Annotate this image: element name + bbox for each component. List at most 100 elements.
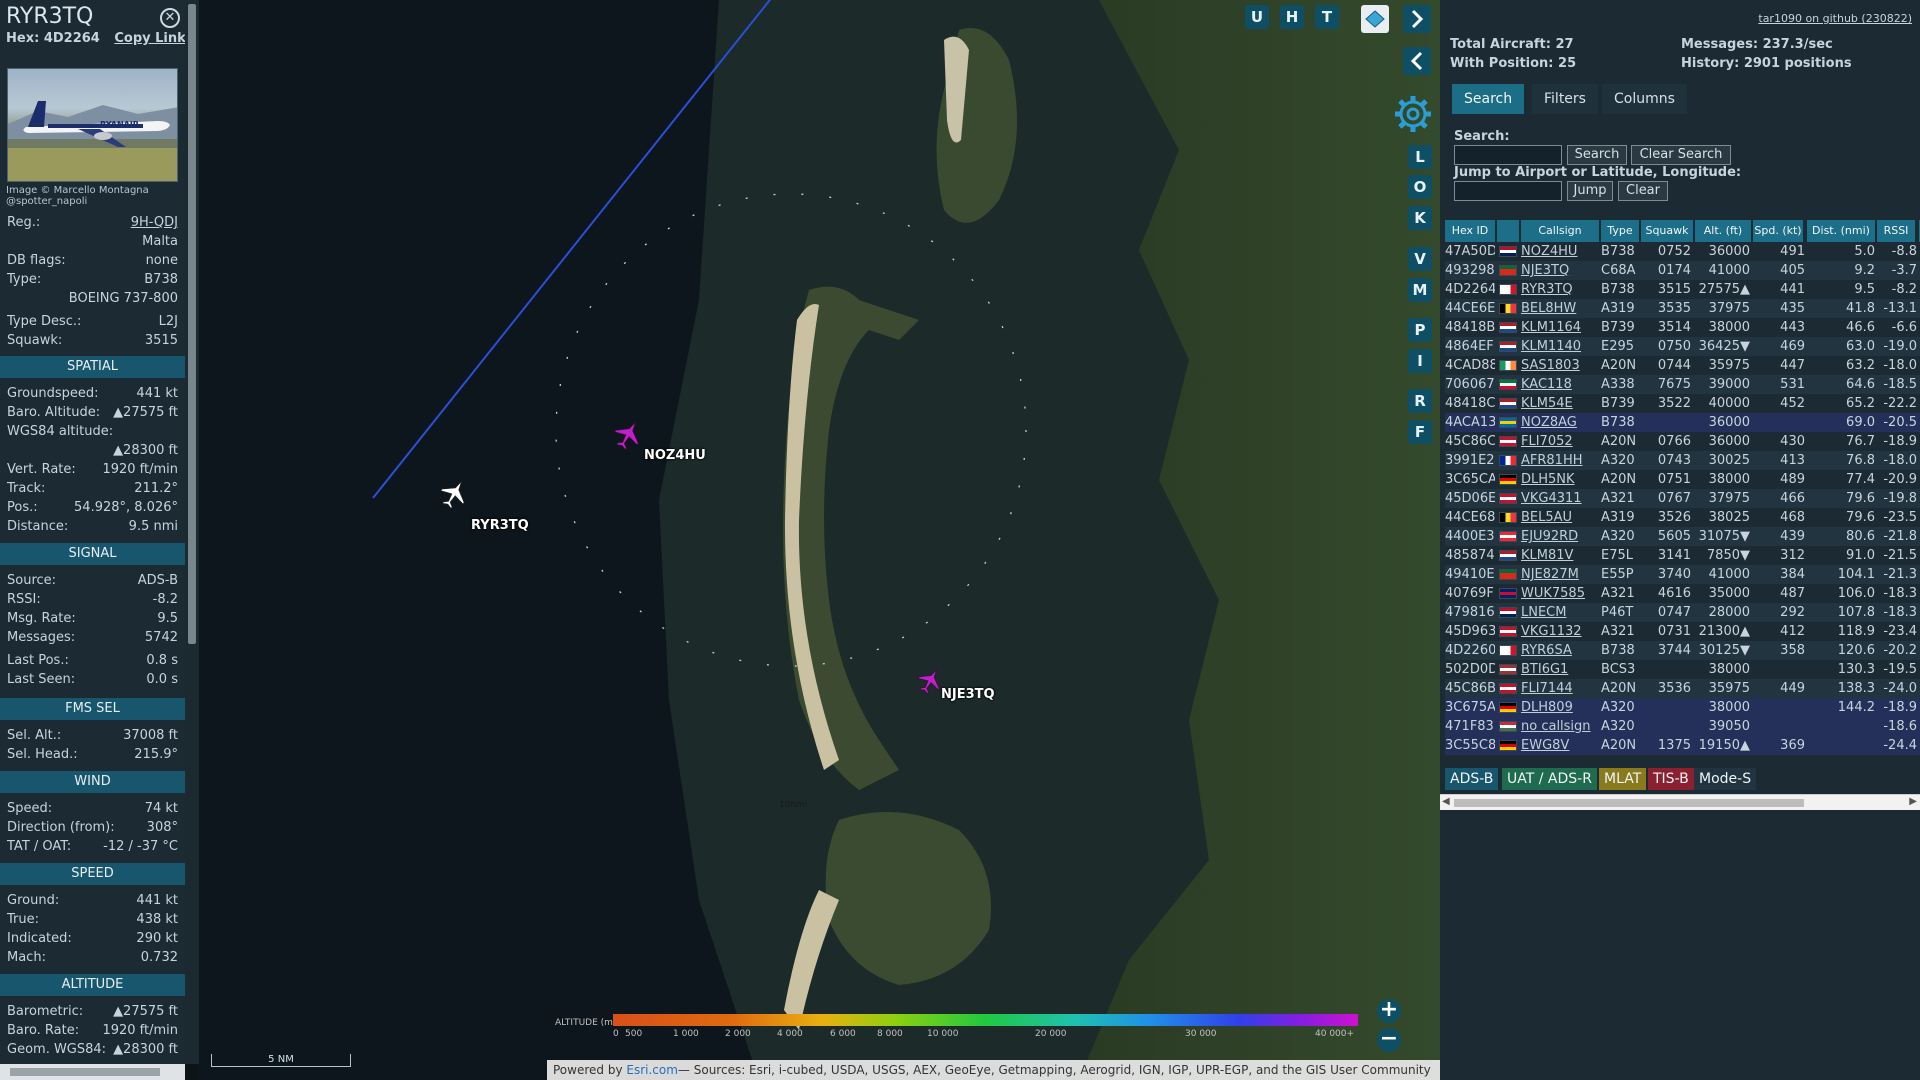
cell-callsign[interactable]: DLH809 xyxy=(1521,698,1601,717)
table-row[interactable]: 4CAD88 SAS1803 A20N 0744 35975 447 63.2 -18.0 xyxy=(1445,356,1920,375)
table-row[interactable]: 45D963 VKG1132 A321 0731 21300▲ 412 118.9 -23.4 xyxy=(1445,622,1920,641)
cell-callsign[interactable]: NOZ8AG xyxy=(1521,413,1601,432)
table-hscroll-thumb[interactable] xyxy=(1454,799,1804,807)
toggle-p-button[interactable]: P xyxy=(1408,318,1432,342)
tab-search[interactable]: Search xyxy=(1452,84,1525,114)
cell-callsign[interactable]: NJE827M xyxy=(1521,565,1601,584)
table-row[interactable]: 45C86C FLI7052 A20N 0766 36000 430 76.7 -18.9 xyxy=(1445,432,1920,451)
column-header-squawk[interactable]: Squawk xyxy=(1641,220,1693,242)
info-panel-scrollbar[interactable] xyxy=(185,0,199,1064)
aircraft-photo[interactable]: RYANAIR xyxy=(7,68,178,182)
cell-callsign[interactable]: SAS1803 xyxy=(1521,356,1601,375)
toggle-t-button[interactable]: T xyxy=(1315,5,1339,29)
clear-button[interactable]: Clear xyxy=(1618,181,1668,201)
jump-button[interactable]: Jump xyxy=(1567,181,1613,201)
aircraft-icon-noz4hu[interactable] xyxy=(611,418,645,452)
close-icon[interactable]: ✕ xyxy=(160,8,180,28)
table-row[interactable]: 4D2264 RYR3TQ B738 3515 27575▲ 441 9.5 -8.2 xyxy=(1445,280,1920,299)
toggle-l-button[interactable]: L xyxy=(1408,145,1432,169)
cell-callsign[interactable]: RYR3TQ xyxy=(1521,280,1601,299)
tab-columns[interactable]: Columns xyxy=(1602,84,1687,114)
aircraft-label-noz4hu[interactable]: NOZ4HU xyxy=(644,448,706,463)
cell-callsign[interactable]: BTI6G1 xyxy=(1521,660,1601,679)
search-input[interactable] xyxy=(1454,145,1562,165)
table-row[interactable]: 47A50D NOZ4HU B738 0752 36000 491 5.0 -8.8 xyxy=(1445,242,1920,261)
table-row[interactable]: 48418B KLM1164 B739 3514 38000 443 46.6 -6.6 xyxy=(1445,318,1920,337)
cell-callsign[interactable]: WUK7585 xyxy=(1521,584,1601,603)
scroll-left-icon[interactable]: ◀ xyxy=(1442,796,1450,807)
table-row[interactable]: 4ACA13 NOZ8AG B738 36000 69.0 -20.5 xyxy=(1445,413,1920,432)
table-row[interactable]: 40769F WUK7585 A321 4616 35000 487 106.0 -18.3 xyxy=(1445,584,1920,603)
tab-filters[interactable]: Filters xyxy=(1532,84,1598,114)
section-spatial[interactable]: SPATIAL xyxy=(0,356,185,378)
layers-button[interactable] xyxy=(1361,5,1389,33)
table-row[interactable]: 44CE6E BEL8HW A319 3535 37975 435 41.8 -13.1 xyxy=(1445,299,1920,318)
aircraft-label-ryr3tq[interactable]: RYR3TQ xyxy=(471,518,529,533)
info-hscroll-thumb[interactable] xyxy=(10,1068,160,1076)
toggle-h-button[interactable]: H xyxy=(1280,5,1304,29)
column-header-spd-kt[interactable]: Spd. (kt) xyxy=(1753,220,1803,242)
section-speed[interactable]: SPEED xyxy=(0,863,185,885)
jump-input[interactable] xyxy=(1454,181,1562,201)
table-row[interactable]: 485874 KLM81V E75L 3141 7850▼ 312 91.0 -21.5 xyxy=(1445,546,1920,565)
table-row[interactable]: 4864EF KLM1140 E295 0750 36425▼ 469 63.0 -19.0 xyxy=(1445,337,1920,356)
cell-callsign[interactable]: KLM1140 xyxy=(1521,337,1601,356)
table-row[interactable]: 3C65CA DLH5NK A20N 0751 38000 489 77.4 -20.9 xyxy=(1445,470,1920,489)
info-panel-hscrollbar[interactable] xyxy=(0,1064,185,1080)
cell-callsign[interactable]: no callsign xyxy=(1521,717,1601,736)
toggle-m-button[interactable]: M xyxy=(1408,278,1432,302)
column-header-flag[interactable] xyxy=(1497,220,1519,242)
cell-callsign[interactable]: NJE3TQ xyxy=(1521,261,1601,280)
table-row[interactable]: 44CE68 BEL5AU A319 3526 38025 468 79.6 -23.5 xyxy=(1445,508,1920,527)
section-wind[interactable]: WIND xyxy=(0,771,185,793)
aircraft-icon-ryr3tq[interactable] xyxy=(437,477,471,511)
cell-callsign[interactable]: KLM1164 xyxy=(1521,318,1601,337)
table-row[interactable]: 706067 KAC118 A338 7675 39000 531 64.6 -18.5 xyxy=(1445,375,1920,394)
cell-callsign[interactable]: EJU92RD xyxy=(1521,527,1601,546)
cell-callsign[interactable]: AFR81HH xyxy=(1521,451,1601,470)
reg-link[interactable]: 9H-QDJ xyxy=(131,215,178,230)
github-link[interactable]: tar1090 on github (230822) xyxy=(1758,12,1912,25)
cell-callsign[interactable]: KLM54E xyxy=(1521,394,1601,413)
expand-sidebar-button[interactable] xyxy=(1403,47,1431,75)
map-view[interactable]: 10nmi RYR3TQ NOZ4HU NJE3TQ U H T L O K V… xyxy=(199,0,1440,1080)
toggle-i-button[interactable]: I xyxy=(1408,349,1432,373)
cell-callsign[interactable]: KLM81V xyxy=(1521,546,1601,565)
table-row[interactable]: 45C86B FLI7144 A20N 3536 35975 449 138.3 -24.0 xyxy=(1445,679,1920,698)
column-header-alt-ft[interactable]: Alt. (ft) xyxy=(1695,220,1751,242)
column-header-type[interactable]: Type xyxy=(1601,220,1639,242)
toggle-r-button[interactable]: R xyxy=(1408,389,1432,413)
cell-callsign[interactable]: FLI7144 xyxy=(1521,679,1601,698)
table-row[interactable]: 493298 NJE3TQ C68A 0174 41000 405 9.2 -3.7 xyxy=(1445,261,1920,280)
table-row[interactable]: 3C55C8 EWG8V A20N 1375 19150▲ 369 -24.4 xyxy=(1445,736,1920,755)
cell-callsign[interactable]: RYR6SA xyxy=(1521,641,1601,660)
table-row[interactable]: 471F83 no callsign A320 39050 -18.6 xyxy=(1445,717,1920,736)
clear-search-button[interactable]: Clear Search xyxy=(1631,145,1731,165)
toggle-f-button[interactable]: F xyxy=(1408,420,1432,444)
cell-callsign[interactable]: VKG1132 xyxy=(1521,622,1601,641)
table-row[interactable]: 3C675A DLH809 A320 38000 144.2 -18.9 xyxy=(1445,698,1920,717)
cell-callsign[interactable]: BEL5AU xyxy=(1521,508,1601,527)
copy-link[interactable]: Copy Link xyxy=(114,31,185,46)
info-scroll-thumb[interactable] xyxy=(188,4,196,644)
column-header-callsign[interactable]: Callsign xyxy=(1521,220,1599,242)
cell-callsign[interactable]: FLI7052 xyxy=(1521,432,1601,451)
table-row[interactable]: 4D2260 RYR6SA B738 3744 30125▼ 358 120.6 -20.2 xyxy=(1445,641,1920,660)
scroll-right-icon[interactable]: ▶ xyxy=(1909,796,1917,807)
column-header-rssi[interactable]: RSSI xyxy=(1877,220,1915,242)
section-signal[interactable]: SIGNAL xyxy=(0,543,185,565)
cell-callsign[interactable]: NOZ4HU xyxy=(1521,242,1601,261)
toggle-k-button[interactable]: K xyxy=(1408,206,1432,230)
table-row[interactable]: 3991E2 AFR81HH A320 0743 30025 413 76.8 -18.0 xyxy=(1445,451,1920,470)
toggle-u-button[interactable]: U xyxy=(1245,5,1269,29)
esri-link[interactable]: Esri.com xyxy=(626,1063,678,1077)
table-row[interactable]: 49410E NJE827M E55P 3740 41000 384 104.1 -21.3 xyxy=(1445,565,1920,584)
cell-callsign[interactable]: KAC118 xyxy=(1521,375,1601,394)
table-row[interactable]: 479816 LNECM P46T 0747 28000 292 107.8 -18.3 xyxy=(1445,603,1920,622)
table-row[interactable]: 45D06E VKG4311 A321 0767 37975 466 79.6 -19.8 xyxy=(1445,489,1920,508)
cell-callsign[interactable]: LNECM xyxy=(1521,603,1601,622)
column-header-dist-nmi[interactable]: Dist. (nmi) xyxy=(1807,220,1875,242)
section-altitude[interactable]: ALTITUDE xyxy=(0,974,185,996)
table-hscrollbar[interactable]: ◀ ▶ xyxy=(1440,794,1920,810)
cell-callsign[interactable]: DLH5NK xyxy=(1521,470,1601,489)
